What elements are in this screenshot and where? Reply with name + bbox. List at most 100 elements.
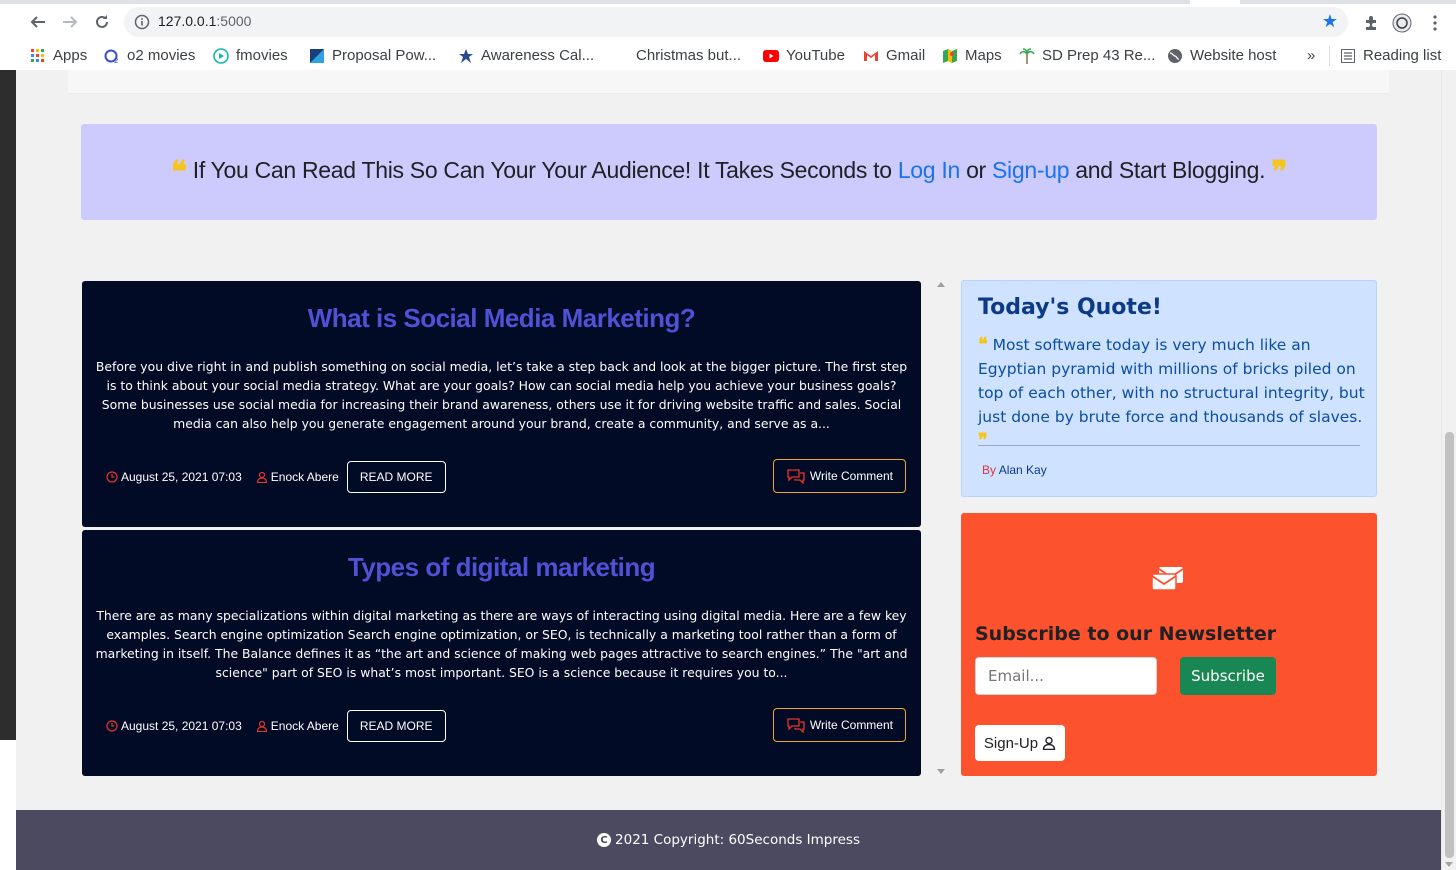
divider xyxy=(978,445,1360,446)
star-icon xyxy=(458,48,474,64)
gmail-icon xyxy=(863,48,879,64)
bookmark-fmovies[interactable]: fmovies xyxy=(213,46,288,66)
bookmark-gmail[interactable]: Gmail xyxy=(863,46,925,66)
newsletter-card: Subscribe to our Newsletter Subscribe Si… xyxy=(961,513,1377,776)
youtube-icon xyxy=(763,48,779,64)
forward-button[interactable] xyxy=(56,8,84,36)
bookmark-label: Maps xyxy=(965,47,1002,64)
extensions-icon[interactable] xyxy=(1360,12,1382,34)
write-comment-label: Write Comment xyxy=(809,469,893,483)
post-card: Types of digital marketing There are as … xyxy=(82,530,921,776)
svg-text:2: 2 xyxy=(114,57,118,64)
quote-author: By Alan Kay xyxy=(982,463,1047,477)
cta-banner: ❝ If You Can Read This So Can Your Your … xyxy=(81,124,1377,220)
bookmark-website-host[interactable]: Website host xyxy=(1167,46,1276,66)
url-port: :5000 xyxy=(216,13,252,29)
copyright-icon: C xyxy=(597,833,612,847)
quote-text: Most software today is very much like an… xyxy=(978,336,1365,426)
left-dark-edge xyxy=(0,70,16,740)
close-quote-icon: ❞ xyxy=(1271,154,1288,190)
url-text: 127.0.0.1:5000 xyxy=(158,13,251,29)
bookmark-christmas[interactable]: Christmas but... xyxy=(613,46,741,66)
arrow-right-icon xyxy=(63,16,78,28)
page-scrollbar[interactable] xyxy=(1441,70,1456,870)
email-field[interactable] xyxy=(975,657,1157,695)
bookmark-label: Website host xyxy=(1190,47,1277,64)
banner-part1: If You Can Read This So Can Your Your Au… xyxy=(192,156,892,183)
reading-list-icon xyxy=(1340,48,1356,64)
clock-icon xyxy=(106,720,118,732)
scrollbar-thumb[interactable] xyxy=(1445,432,1454,858)
post-excerpt: Before you dive right in and publish som… xyxy=(95,359,908,431)
user-icon xyxy=(256,720,267,732)
posts-scroll-up-arrow[interactable] xyxy=(937,282,945,287)
post-author: Enock Abere xyxy=(256,719,339,733)
comments-icon xyxy=(787,469,805,484)
footer-text: 2021 Copyright: 60Seconds Impress xyxy=(615,832,860,848)
globe-icon xyxy=(1167,48,1183,64)
bookmark-label: Christmas but... xyxy=(636,47,742,64)
login-link[interactable]: Log In xyxy=(898,157,960,183)
quote-title: Today's Quote! xyxy=(978,295,1162,320)
user-icon xyxy=(256,471,267,483)
reading-list-button[interactable]: Reading list xyxy=(1329,46,1441,66)
read-more-button[interactable]: READ MORE xyxy=(346,710,446,742)
write-comment-button[interactable]: Write Comment xyxy=(772,459,906,493)
subscribe-button[interactable]: Subscribe xyxy=(1180,657,1276,695)
post-date-text: August 25, 2021 07:03 xyxy=(121,470,242,484)
info-icon[interactable] xyxy=(134,14,150,30)
arrow-left-icon xyxy=(30,16,45,28)
comments-icon xyxy=(787,718,805,733)
close-quote-icon: ❞ xyxy=(978,430,988,451)
palm-icon xyxy=(1019,48,1035,64)
post-title[interactable]: What is Social Media Marketing? xyxy=(82,303,921,334)
envelopes-icon xyxy=(1151,567,1184,591)
bookmark-star-icon[interactable]: ★ xyxy=(1322,11,1338,32)
bookmark-label: fmovies xyxy=(236,47,288,64)
posts-scroll-down-arrow[interactable] xyxy=(937,769,945,774)
left-light-edge xyxy=(0,740,16,870)
apps-grid-icon xyxy=(30,48,46,64)
address-bar[interactable]: 127.0.0.1:5000 ★ xyxy=(124,7,1348,37)
post-date-text: August 25, 2021 07:03 xyxy=(121,719,242,733)
bookmark-apps[interactable]: Apps xyxy=(30,46,87,66)
top-card-edge xyxy=(68,70,1389,94)
bookmark-o2-movies[interactable]: 2 o2 movies xyxy=(104,46,195,66)
banner-or: or xyxy=(966,156,986,183)
o2-icon: 2 xyxy=(104,48,120,64)
quote-card: Today's Quote! ❝ Most software today is … xyxy=(961,280,1377,497)
bookmark-label: Awareness Cal... xyxy=(481,47,595,64)
signup-link[interactable]: Sign-up xyxy=(992,157,1069,183)
bookmark-sd-prep[interactable]: SD Prep 43 Re... xyxy=(1019,46,1155,66)
signup-button[interactable]: Sign-Up xyxy=(975,725,1065,761)
clock-icon xyxy=(106,471,118,483)
post-author: Enock Abere xyxy=(256,470,339,484)
scroll-down-arrow[interactable] xyxy=(1445,862,1453,867)
more-bookmarks-button[interactable]: » xyxy=(1307,46,1315,66)
read-more-button[interactable]: READ MORE xyxy=(346,461,446,493)
write-comment-button[interactable]: Write Comment xyxy=(772,708,906,742)
bookmark-label: Gmail xyxy=(886,47,926,64)
bookmark-proposal[interactable]: Proposal Pow... xyxy=(309,46,436,66)
menu-kebab-icon[interactable] xyxy=(1424,12,1446,34)
post-date: August 25, 2021 07:03 xyxy=(106,719,242,733)
document-icon xyxy=(309,48,325,64)
user-icon xyxy=(1042,736,1056,750)
post-card: What is Social Media Marketing? Before y… xyxy=(82,281,921,527)
post-author-text: Enock Abere xyxy=(270,719,339,733)
bookmark-maps[interactable]: Maps xyxy=(942,46,1002,66)
newsletter-title: Subscribe to our Newsletter xyxy=(975,623,1277,645)
profile-avatar[interactable] xyxy=(1391,12,1413,34)
post-meta: August 25, 2021 07:03 Enock Abere READ M… xyxy=(106,710,446,742)
write-comment-label: Write Comment xyxy=(809,718,893,732)
bookmarks-bar: Apps 2 o2 movies fmovies Proposal Pow...… xyxy=(0,40,1456,70)
bookmark-youtube[interactable]: YouTube xyxy=(763,46,845,66)
open-quote-icon: ❝ xyxy=(170,154,187,190)
bookmark-awareness[interactable]: Awareness Cal... xyxy=(458,46,594,66)
post-title[interactable]: Types of digital marketing xyxy=(82,552,921,583)
footer: C 2021 Copyright: 60Seconds Impress xyxy=(16,810,1441,870)
more-bookmarks-label: » xyxy=(1307,47,1316,64)
reload-button[interactable] xyxy=(88,8,116,36)
back-button[interactable] xyxy=(24,8,52,36)
url-host: 127.0.0.1 xyxy=(158,13,217,29)
